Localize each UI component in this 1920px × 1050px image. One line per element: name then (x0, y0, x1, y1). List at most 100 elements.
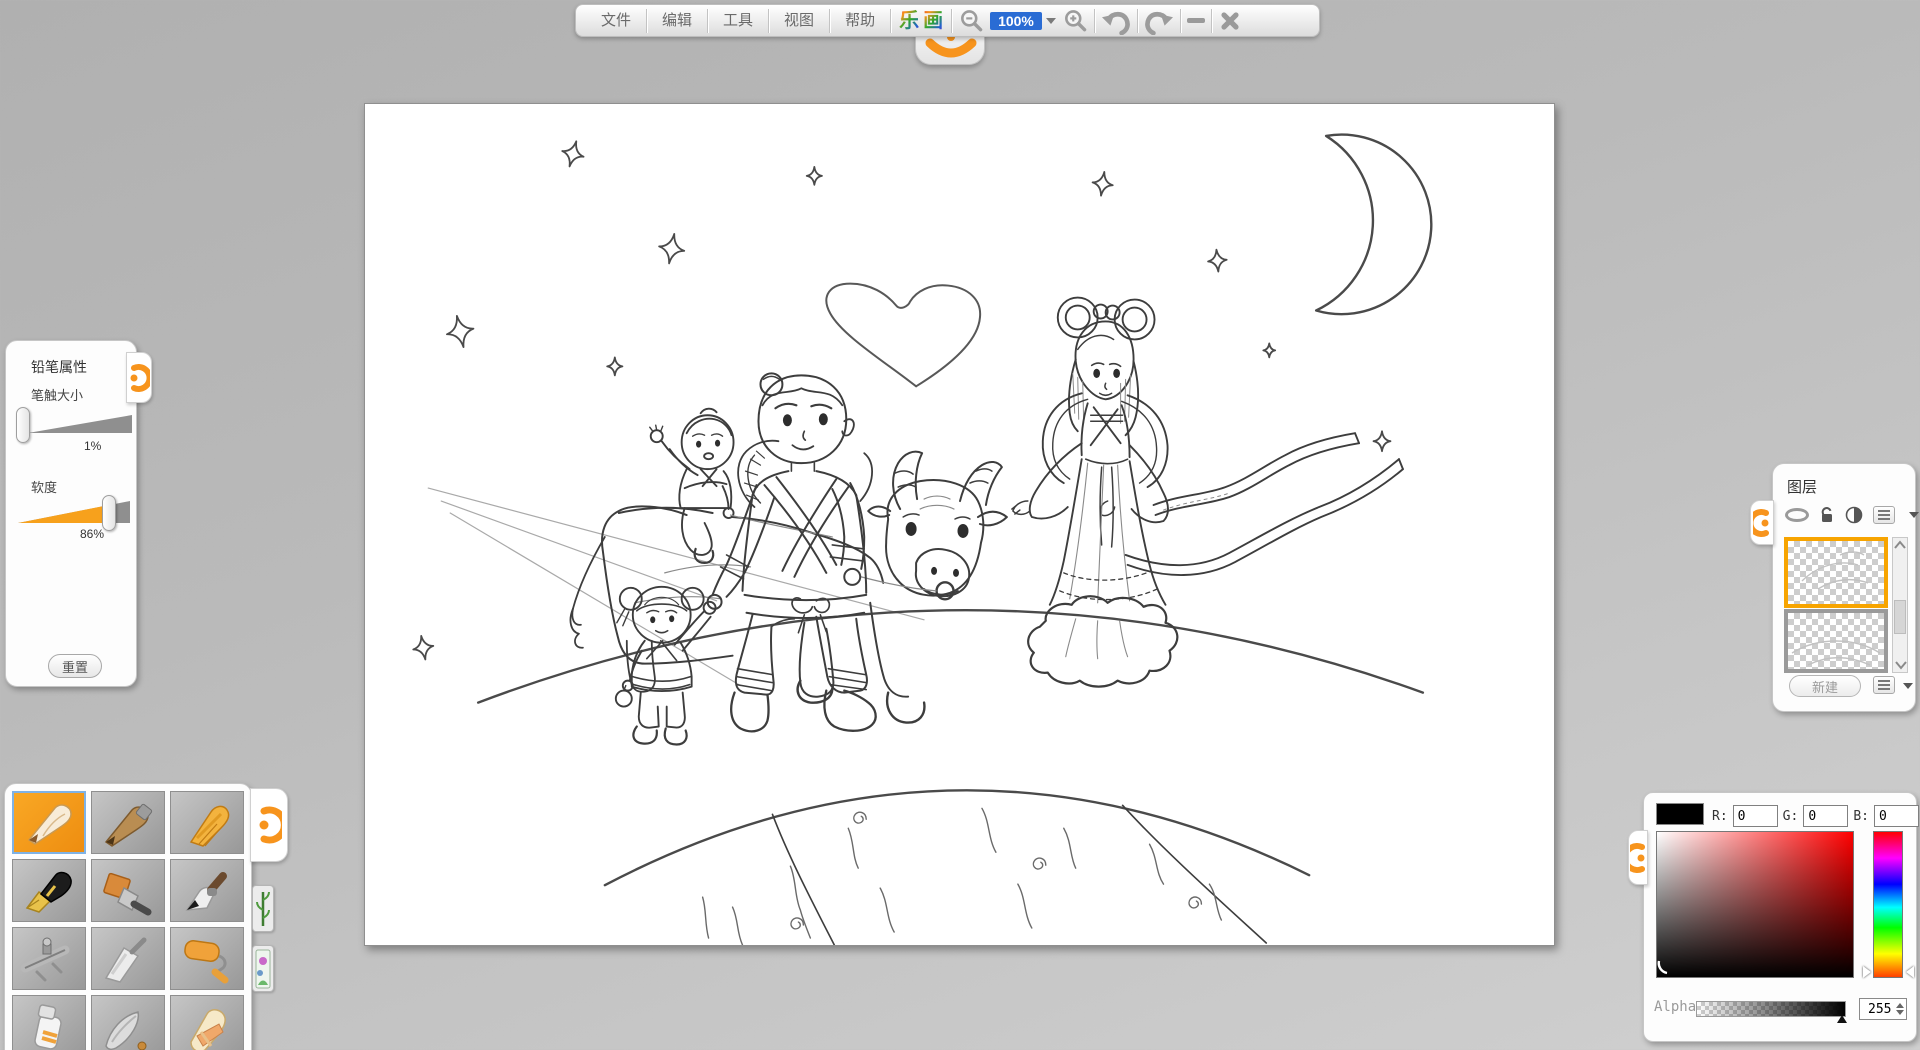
undo-icon (1101, 7, 1131, 35)
orange-hook-icon (128, 361, 150, 395)
green-input[interactable] (1803, 805, 1848, 827)
menu-help[interactable]: 帮助 (830, 8, 890, 34)
layer-lock-icon[interactable] (1819, 506, 1835, 524)
blue-input[interactable] (1874, 805, 1919, 827)
orange-hook-icon (1630, 838, 1646, 878)
rainbow-logo-icon-hua: 画 (921, 8, 945, 34)
sparkle-star (1374, 431, 1391, 451)
sparkle-star (411, 634, 435, 661)
softness-slider-thumb[interactable] (102, 495, 116, 531)
layer-menu-button[interactable] (1873, 506, 1895, 524)
menu-view[interactable]: 视图 (769, 8, 829, 34)
brush-tool-palette (4, 783, 252, 1050)
alpha-value-box[interactable]: 255 (1859, 998, 1907, 1020)
tool-airbrush[interactable] (12, 927, 86, 990)
paint-bottle-icon (19, 1002, 79, 1050)
main-toolbar: 文件 编辑 工具 视图 帮助 乐画 100% (575, 4, 1320, 37)
crescent-moon (1316, 135, 1431, 315)
alpha-spinner[interactable] (1896, 1003, 1904, 1015)
alpha-slider[interactable] (1696, 1001, 1846, 1017)
redo-button[interactable] (1138, 6, 1180, 36)
sv-picker-marker (1657, 957, 1677, 977)
zoom-out-button[interactable] (952, 6, 990, 36)
menu-file[interactable]: 文件 (586, 8, 646, 34)
hue-bar[interactable] (1873, 831, 1903, 978)
menu-edit[interactable]: 编辑 (647, 8, 707, 34)
drawing-canvas[interactable] (364, 103, 1555, 946)
sparkle-star (1263, 343, 1275, 357)
zoom-dropdown-caret[interactable] (1046, 18, 1056, 24)
magnifier-minus-icon (958, 8, 984, 34)
scroll-up-icon (1893, 540, 1907, 550)
ink-brush-icon (177, 866, 237, 916)
layers-panel-grip[interactable] (1750, 500, 1774, 545)
hue-marker-left[interactable] (1863, 966, 1871, 978)
tool-palette-grip[interactable] (250, 788, 288, 862)
leaf-knife-icon (98, 1002, 158, 1050)
scroll-down-icon (1894, 660, 1908, 670)
tool-paint-roller[interactable] (170, 927, 244, 990)
layers-panel-title: 图层 (1787, 476, 1817, 497)
ground-arc (478, 610, 1423, 702)
menu-icon (1878, 510, 1890, 520)
pencil-panel-grip[interactable] (126, 352, 152, 403)
sparkle-star (444, 313, 477, 350)
tool-palette-knife[interactable] (91, 927, 165, 990)
tool-leaf-knife[interactable] (91, 995, 165, 1050)
picture-stamps-tab[interactable] (252, 945, 274, 992)
undo-button[interactable] (1095, 6, 1137, 36)
pencil-properties-panel: 铅笔属性 笔触大小 1% 软度 86% 重置 (5, 340, 137, 687)
eraser-icon (177, 1002, 237, 1050)
menu-tools[interactable]: 工具 (708, 8, 768, 34)
paint-roller-icon (177, 934, 237, 984)
layer-visibility-icon[interactable] (1785, 508, 1809, 522)
hue-marker-right[interactable] (1906, 966, 1914, 978)
weaver-fairy (1012, 298, 1403, 687)
bamboo-brushes-tab[interactable] (252, 885, 274, 932)
tool-flat-brush[interactable] (91, 859, 165, 922)
layer-thumbnail[interactable] (1784, 609, 1888, 673)
brush-size-slider[interactable] (28, 415, 132, 433)
color-panel-grip[interactable] (1628, 830, 1648, 885)
layer-menu-caret[interactable] (1909, 512, 1919, 518)
tool-ink-brush[interactable] (170, 859, 244, 922)
reset-button[interactable]: 重置 (48, 654, 102, 678)
tool-pencil[interactable] (12, 791, 86, 854)
layers-bottom-menu-caret[interactable] (1903, 683, 1913, 689)
tool-pencil-tip[interactable] (91, 791, 165, 854)
sparkle-star (559, 139, 587, 170)
tool-crayon[interactable] (170, 791, 244, 854)
sparkle-star (657, 232, 687, 266)
alpha-slider-marker[interactable] (1837, 1015, 1847, 1023)
scrollbar-thumb[interactable] (1894, 600, 1906, 634)
new-layer-button[interactable]: 新建 (1789, 675, 1861, 697)
brush-size-value: 1% (84, 439, 101, 453)
red-input[interactable] (1733, 805, 1778, 827)
saturation-value-square[interactable] (1656, 831, 1854, 978)
current-color-swatch[interactable] (1656, 803, 1704, 825)
red-label: R: (1712, 809, 1728, 824)
close-button[interactable] (1212, 6, 1248, 36)
brush-size-slider-thumb[interactable] (16, 407, 30, 443)
color-picker-panel: R: G: B: Alpha 255 (1643, 792, 1917, 1042)
tool-fountain-pen[interactable] (12, 859, 86, 922)
zoom-in-button[interactable] (1056, 6, 1094, 36)
crayon-icon (177, 798, 237, 848)
airbrush-icon (19, 934, 79, 984)
layers-bottom-menu-button[interactable] (1873, 676, 1895, 694)
tool-eraser[interactable] (170, 995, 244, 1050)
alpha-label: Alpha (1654, 999, 1696, 1015)
sparkle-star (607, 357, 622, 375)
layer-thumbnail-selected[interactable] (1784, 537, 1888, 608)
layer-opacity-icon[interactable] (1845, 506, 1863, 524)
tool-paint-bottle[interactable] (12, 995, 86, 1050)
layers-scrollbar[interactable] (1892, 537, 1908, 673)
milky-way-river (605, 790, 1309, 945)
cowherd-man (708, 373, 876, 731)
canvas-drawing (365, 104, 1554, 945)
sparkle-star (807, 167, 822, 185)
rainbow-logo-icon-le: 乐 (897, 8, 921, 34)
minimize-icon (1187, 18, 1205, 23)
zoom-level-value[interactable]: 100% (990, 12, 1042, 30)
minimize-button[interactable] (1181, 6, 1211, 36)
